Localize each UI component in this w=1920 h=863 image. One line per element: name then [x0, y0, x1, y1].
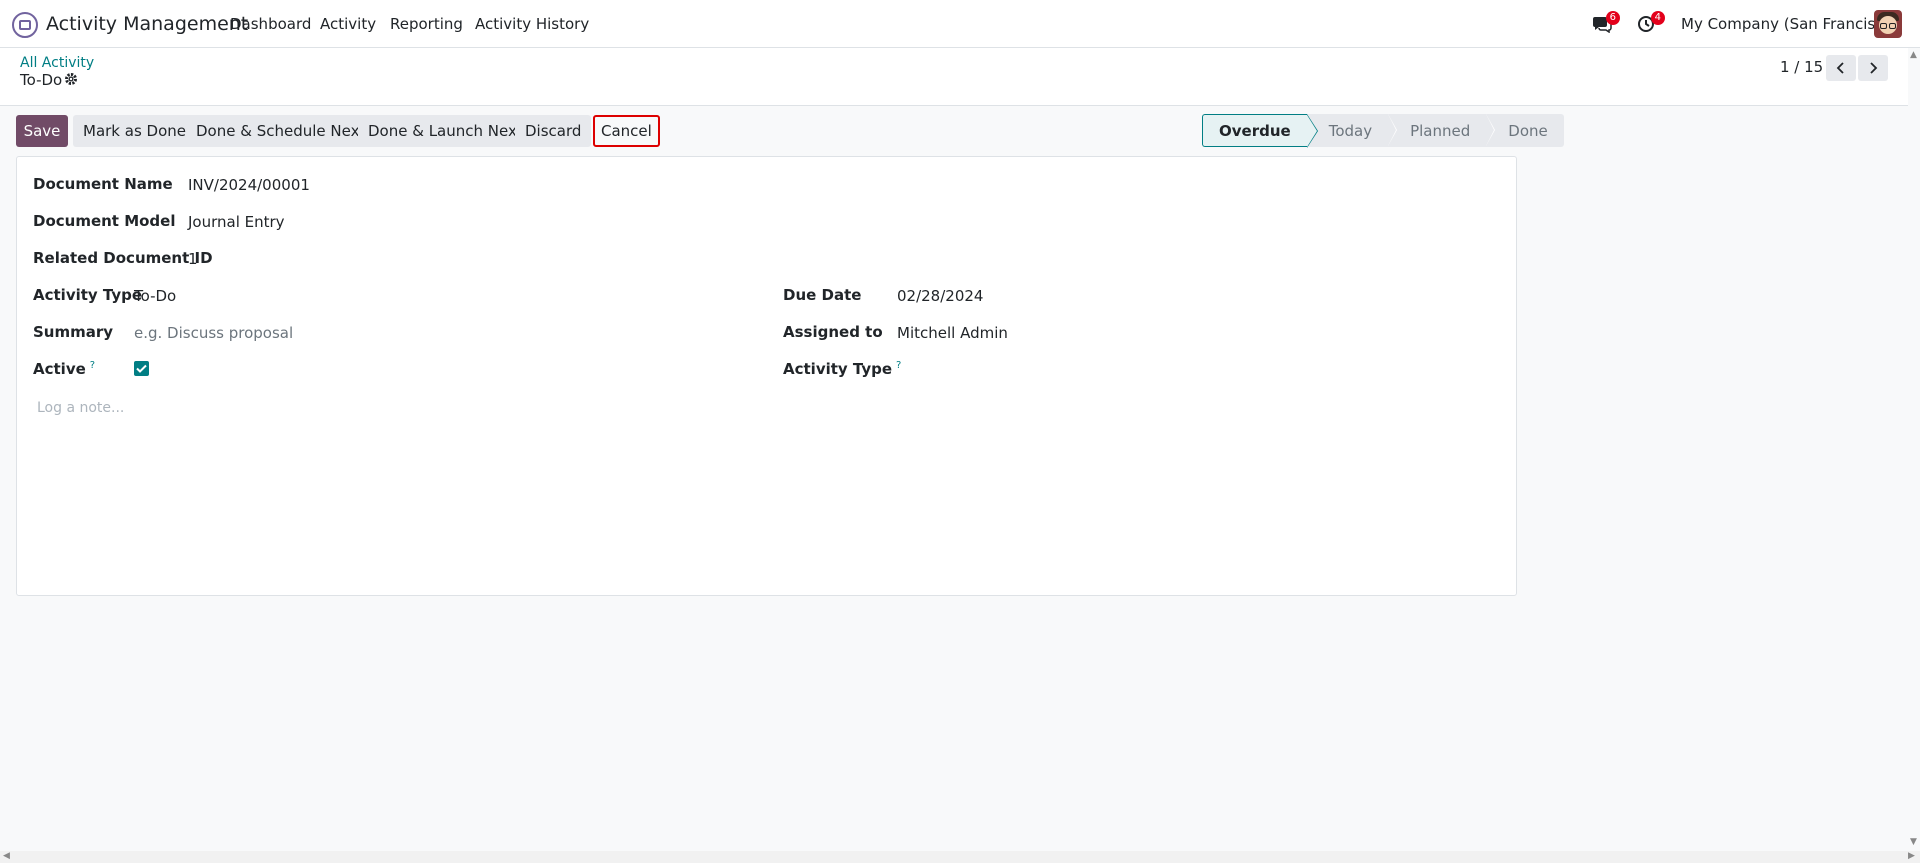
pager-next-button[interactable]: [1858, 55, 1888, 81]
status-overdue[interactable]: Overdue: [1202, 114, 1318, 148]
menu-activity[interactable]: Activity: [320, 15, 376, 33]
record-title: To-Do: [20, 71, 63, 89]
save-button[interactable]: Save: [16, 115, 68, 147]
status-today[interactable]: Today: [1306, 114, 1398, 147]
status-done[interactable]: Done: [1486, 114, 1564, 147]
cancel-button[interactable]: Cancel: [593, 115, 660, 147]
control-panel: All Activity To-Do 1 / 15: [0, 48, 1920, 106]
assigned-to-label: Assigned to: [783, 323, 883, 341]
summary-label: Summary: [33, 323, 114, 341]
related-document-id-label: Related Document ID: [33, 249, 213, 267]
mark-as-done-button[interactable]: Mark as Done: [73, 115, 196, 147]
assigned-to-field[interactable]: Mitchell Admin: [897, 324, 1008, 342]
chevron-left-icon: [1836, 62, 1844, 74]
top-navbar: Activity Management Dashboard Activity R…: [0, 0, 1920, 48]
active-checkbox[interactable]: [134, 361, 149, 376]
company-switcher[interactable]: My Company (San Francisco): [1681, 15, 1898, 33]
pager-previous-button[interactable]: [1826, 55, 1856, 81]
app-logo-icon[interactable]: [12, 12, 38, 38]
document-model-label: Document Model: [33, 212, 176, 230]
summary-input[interactable]: e.g. Discuss proposal: [134, 324, 293, 342]
form-sheet: Document Name INV/2024/00001 Document Mo…: [16, 156, 1517, 596]
done-schedule-next-button[interactable]: Done & Schedule Next: [186, 115, 376, 147]
activity-type-field[interactable]: To-Do: [134, 287, 176, 305]
breadcrumb-all-activity[interactable]: All Activity: [20, 55, 94, 71]
activities-badge: 4: [1650, 11, 1665, 25]
messages-badge: 6: [1605, 11, 1620, 25]
document-model-value[interactable]: Journal Entry: [188, 213, 285, 231]
activity-type-help-icon[interactable]: ?: [896, 360, 901, 371]
related-document-id-value[interactable]: 1: [188, 250, 198, 268]
menu-dashboard[interactable]: Dashboard: [230, 15, 311, 33]
document-name-value[interactable]: INV/2024/00001: [188, 176, 310, 194]
vertical-scrollbar[interactable]: ▲ ▼: [1908, 48, 1920, 851]
messages-icon[interactable]: 6: [1592, 11, 1620, 34]
activity-type-label: Activity Type: [33, 286, 143, 304]
chevron-right-icon: [1870, 62, 1878, 74]
scroll-left-icon[interactable]: ◀: [3, 851, 10, 861]
checkmark-icon: [136, 364, 147, 373]
menu-activity-history[interactable]: Activity History: [475, 15, 589, 33]
due-date-label: Due Date: [783, 286, 862, 304]
scroll-down-icon[interactable]: ▼: [1910, 837, 1917, 847]
status-bar: Overdue Today Planned Done: [1202, 114, 1564, 148]
horizontal-scrollbar[interactable]: ◀ ▶: [0, 851, 1920, 863]
done-launch-next-button[interactable]: Done & Launch Next: [358, 115, 533, 147]
app-name[interactable]: Activity Management: [46, 13, 248, 35]
active-label: Active?: [33, 360, 96, 378]
user-avatar[interactable]: [1874, 10, 1902, 38]
discard-button[interactable]: Discard: [515, 115, 592, 147]
due-date-field[interactable]: 02/28/2024: [897, 287, 983, 305]
active-help-icon[interactable]: ?: [90, 360, 95, 371]
log-note-editor[interactable]: Log a note...: [37, 400, 124, 416]
menu-reporting[interactable]: Reporting: [390, 15, 463, 33]
document-name-label: Document Name: [33, 175, 173, 193]
scroll-right-icon[interactable]: ▶: [1908, 851, 1915, 861]
pager-value[interactable]: 1 / 15: [1780, 58, 1823, 76]
activities-clock-icon[interactable]: 4: [1637, 11, 1665, 33]
activity-type-right-label: Activity Type?: [783, 360, 902, 378]
gear-icon[interactable]: [64, 72, 78, 86]
scroll-up-icon[interactable]: ▲: [1910, 50, 1917, 60]
status-planned[interactable]: Planned: [1388, 114, 1496, 147]
